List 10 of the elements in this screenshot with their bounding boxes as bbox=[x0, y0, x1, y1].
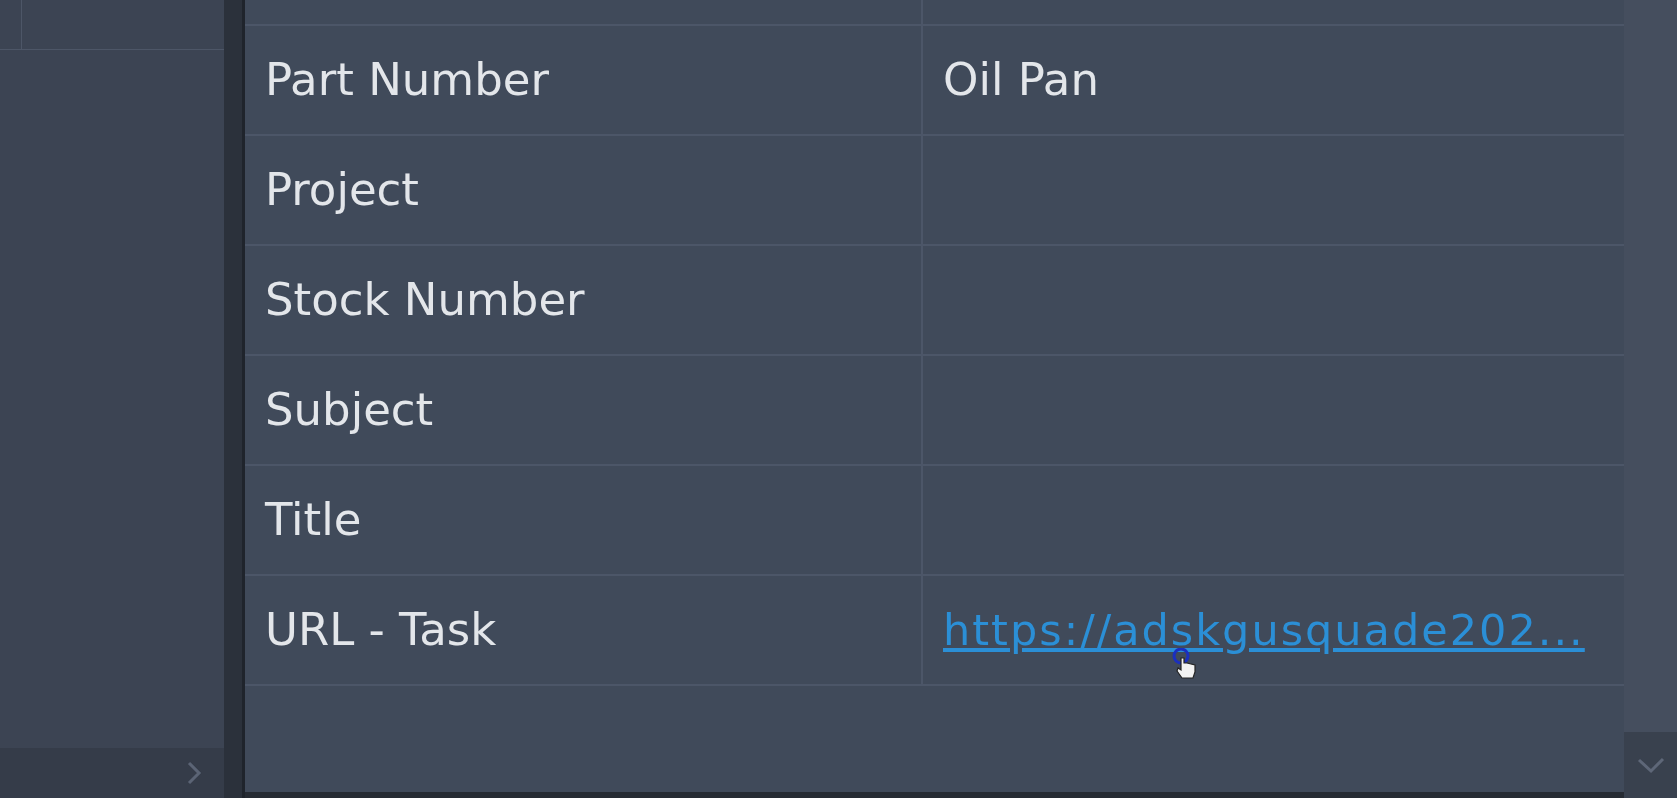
property-name: Subject bbox=[265, 382, 434, 439]
property-name: Stock Number bbox=[265, 272, 585, 329]
property-value: Oil Pan bbox=[943, 52, 1099, 109]
property-name: Part Number bbox=[265, 52, 549, 109]
property-name: Project bbox=[265, 162, 419, 219]
splitter-bar[interactable] bbox=[224, 0, 245, 798]
url-link[interactable]: https://adskgusquade202... bbox=[943, 597, 1585, 663]
property-name: URL - Task bbox=[265, 602, 497, 659]
property-name: Title bbox=[265, 492, 362, 549]
chevron-right-icon[interactable] bbox=[186, 760, 202, 786]
